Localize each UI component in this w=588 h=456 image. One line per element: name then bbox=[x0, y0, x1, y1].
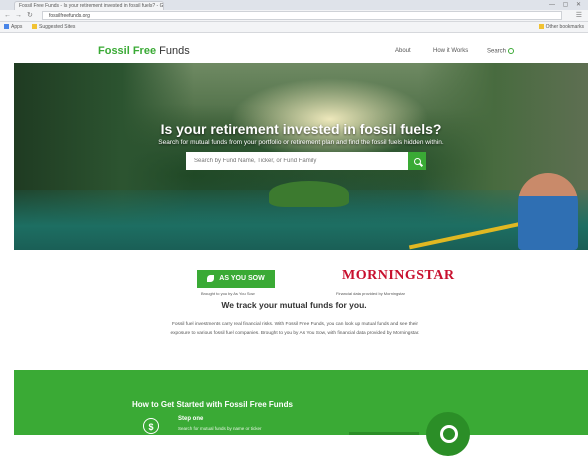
fund-search-input[interactable] bbox=[186, 152, 408, 170]
folder-icon bbox=[32, 24, 37, 30]
nav-link-about[interactable]: About bbox=[395, 48, 411, 54]
site-logo[interactable]: Fossil Free Funds bbox=[98, 45, 190, 57]
address-bar[interactable]: fossilfreefunds.org bbox=[42, 11, 562, 20]
browser-toolbar: ← → ↻ fossilfreefunds.org ☰ bbox=[0, 10, 588, 22]
as-you-sow-logo[interactable]: AS YOU SOW bbox=[197, 270, 275, 288]
track-heading: We track your mutual funds for you. bbox=[221, 300, 367, 310]
get-started-section: How to Get Started with Fossil Free Fund… bbox=[14, 370, 588, 456]
site-header: Fossil Free Funds About How it Works Sea… bbox=[0, 33, 588, 63]
nav-link-how-it-works[interactable]: How it Works bbox=[433, 48, 468, 54]
window-controls[interactable]: — ▢ ✕ bbox=[549, 1, 584, 8]
browser-titlebar: Fossil Free Funds - Is your retirement i… bbox=[0, 0, 588, 10]
dollar-icon: $ bbox=[143, 418, 159, 434]
bookmark-apps[interactable]: Apps bbox=[4, 23, 22, 31]
bookmark-other[interactable]: Other bookmarks bbox=[538, 23, 584, 31]
search-icon bbox=[413, 157, 421, 165]
hero-title: Is your retirement invested in fossil fu… bbox=[160, 121, 442, 137]
back-arrow-icon[interactable]: ← bbox=[4, 11, 11, 20]
folder-icon bbox=[538, 24, 544, 30]
as-you-sow-caption: Brought to you by As You Sow bbox=[201, 291, 255, 296]
menu-icon[interactable]: ☰ bbox=[576, 11, 582, 20]
reload-icon[interactable]: ↻ bbox=[27, 11, 33, 20]
get-started-heading: How to Get Started with Fossil Free Fund… bbox=[132, 400, 293, 409]
step-one-text: Search for mutual funds by name or ticke… bbox=[178, 426, 262, 431]
nav-link-search[interactable]: Search bbox=[487, 48, 515, 55]
apps-icon bbox=[4, 24, 9, 30]
fund-search-button[interactable] bbox=[408, 152, 426, 170]
forward-arrow-icon[interactable]: → bbox=[15, 11, 22, 20]
leaf-icon bbox=[207, 274, 215, 282]
hero-kayaker bbox=[518, 173, 578, 250]
bookmark-suggested-sites[interactable]: Suggested Sites bbox=[32, 23, 75, 31]
magnifier-icon bbox=[426, 412, 470, 456]
hero-banner: Is your retirement invested in fossil fu… bbox=[14, 63, 588, 250]
hero-subtitle: Search for mutual funds from your portfo… bbox=[158, 139, 444, 146]
morningstar-caption: Financial data provided by Morningstar bbox=[336, 291, 405, 296]
hero-island bbox=[269, 181, 349, 207]
morningstar-logo[interactable]: MORNINGSTAR bbox=[342, 268, 455, 284]
track-description: Fossil fuel investments carry real finan… bbox=[170, 322, 420, 336]
search-icon bbox=[508, 48, 515, 54]
browser-tab[interactable]: Fossil Free Funds - Is your retirement i… bbox=[14, 1, 164, 10]
bookmarks-bar: Apps Suggested Sites Other bookmarks bbox=[0, 22, 588, 33]
step-one-label: Step one bbox=[178, 416, 204, 422]
